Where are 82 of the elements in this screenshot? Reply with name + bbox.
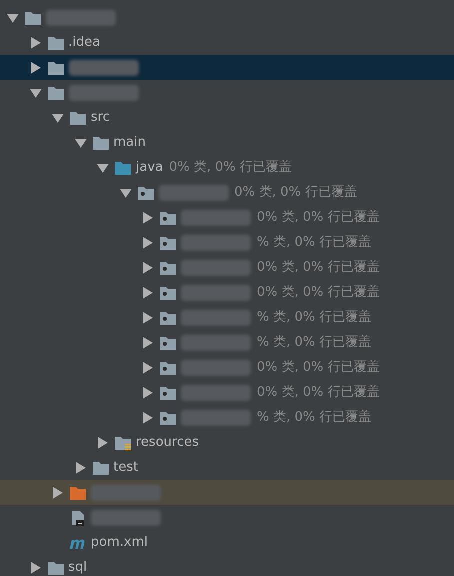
coverage-text: % 类, 0% 行已覆盖 <box>257 234 372 252</box>
tree-row[interactable]: 0% 类, 0% 行已覆盖 <box>0 180 454 205</box>
expanded-arrow-icon[interactable] <box>6 12 20 24</box>
folder-icon <box>69 484 87 500</box>
package-icon <box>159 234 177 250</box>
package-icon <box>159 284 177 300</box>
collapsed-arrow-icon[interactable] <box>28 562 42 574</box>
tree-row[interactable]: % 类, 0% 行已覆盖 <box>0 305 454 330</box>
node-label: src <box>91 108 110 127</box>
folder-icon <box>24 10 42 26</box>
package-icon <box>159 410 177 426</box>
file-icon <box>71 510 85 526</box>
coverage-text: 0% 类, 0% 行已覆盖 <box>257 208 380 227</box>
resources-folder-icon <box>114 434 132 450</box>
coverage-text: % 类, 0% 行已覆盖 <box>257 308 372 327</box>
collapsed-arrow-icon[interactable] <box>141 212 155 224</box>
collapsed-arrow-icon[interactable] <box>141 262 155 274</box>
folder-icon <box>69 110 87 126</box>
tree-row[interactable]: test <box>0 455 454 480</box>
coverage-text: 0% 类, 0% 行已覆盖 <box>257 384 380 402</box>
package-icon <box>159 260 177 276</box>
collapsed-arrow-icon[interactable] <box>28 62 42 74</box>
coverage-text: % 类, 0% 行已覆盖 <box>257 408 372 427</box>
tree-row[interactable]: .idea <box>0 30 454 55</box>
collapsed-arrow-icon[interactable] <box>141 412 155 424</box>
collapsed-arrow-icon[interactable] <box>141 236 155 248</box>
tree-row[interactable]: % 类, 0% 行已覆盖 <box>0 230 454 255</box>
tree-row[interactable]: 0% 类, 0% 行已覆盖 <box>0 355 454 380</box>
folder-icon <box>46 560 64 576</box>
collapsed-arrow-icon[interactable] <box>141 312 155 324</box>
package-icon <box>159 360 177 376</box>
tree-row[interactable]: pom.xml <box>0 530 454 555</box>
coverage-text: 0% 类, 0% 行已覆盖 <box>169 158 292 177</box>
node-label: java <box>136 158 164 177</box>
node-label: .idea <box>68 34 100 52</box>
folder-icon <box>114 160 132 176</box>
collapsed-arrow-icon[interactable] <box>141 362 155 374</box>
collapsed-arrow-icon[interactable] <box>141 336 155 348</box>
coverage-text: 0% 类, 0% 行已覆盖 <box>257 284 380 302</box>
node-label: sql <box>68 558 88 576</box>
folder-icon <box>46 34 64 50</box>
expanded-arrow-icon[interactable] <box>74 136 88 148</box>
tree-row[interactable]: 0% 类, 0% 行已覆盖 <box>0 280 454 305</box>
tree-row[interactable]: 0% 类, 0% 行已覆盖 <box>0 205 454 230</box>
tree-row[interactable]: main <box>0 130 454 155</box>
coverage-text: % 类, 0% 行已覆盖 <box>257 334 372 352</box>
package-icon <box>159 384 177 400</box>
package-icon <box>159 310 177 326</box>
tree-row[interactable]: 0% 类, 0% 行已覆盖 <box>0 255 454 280</box>
node-label: test <box>114 458 138 477</box>
node-label: pom.xml <box>91 534 148 552</box>
coverage-text: 0% 类, 0% 行已覆盖 <box>234 184 358 202</box>
tree-row[interactable]: src <box>0 105 454 130</box>
package-icon <box>136 184 154 200</box>
folder-icon <box>92 134 110 150</box>
tree-row[interactable]: % 类, 0% 行已覆盖 <box>0 405 454 430</box>
folder-icon <box>46 84 64 100</box>
tree-row[interactable]: sql <box>0 555 454 576</box>
tree-row[interactable]: % 类, 0% 行已覆盖 <box>0 330 454 355</box>
folder-icon <box>92 460 110 476</box>
coverage-text: 0% 类, 0% 行已覆盖 <box>257 358 380 377</box>
tree-row[interactable] <box>0 55 454 80</box>
collapsed-arrow-icon[interactable] <box>51 486 65 498</box>
coverage-text: 0% 类, 0% 行已覆盖 <box>257 258 380 277</box>
node-label: main <box>114 134 146 152</box>
expanded-arrow-icon[interactable] <box>118 186 132 198</box>
collapsed-arrow-icon[interactable] <box>28 36 42 48</box>
collapsed-arrow-icon[interactable] <box>141 286 155 298</box>
node-label: resources <box>136 434 200 452</box>
collapsed-arrow-icon[interactable] <box>141 386 155 398</box>
tree-row[interactable]: 0% 类, 0% 行已覆盖 <box>0 380 454 405</box>
folder-icon <box>46 60 64 76</box>
tree-row[interactable]: resources <box>0 430 454 455</box>
expanded-arrow-icon[interactable] <box>96 162 110 174</box>
expanded-arrow-icon[interactable] <box>51 112 65 124</box>
package-icon <box>159 334 177 350</box>
collapsed-arrow-icon[interactable] <box>74 462 88 474</box>
expanded-arrow-icon[interactable] <box>28 86 42 98</box>
package-icon <box>159 210 177 226</box>
tree-row[interactable] <box>0 480 454 505</box>
collapsed-arrow-icon[interactable] <box>96 436 110 448</box>
tree-row[interactable]: java 0% 类, 0% 行已覆盖 <box>0 155 454 180</box>
